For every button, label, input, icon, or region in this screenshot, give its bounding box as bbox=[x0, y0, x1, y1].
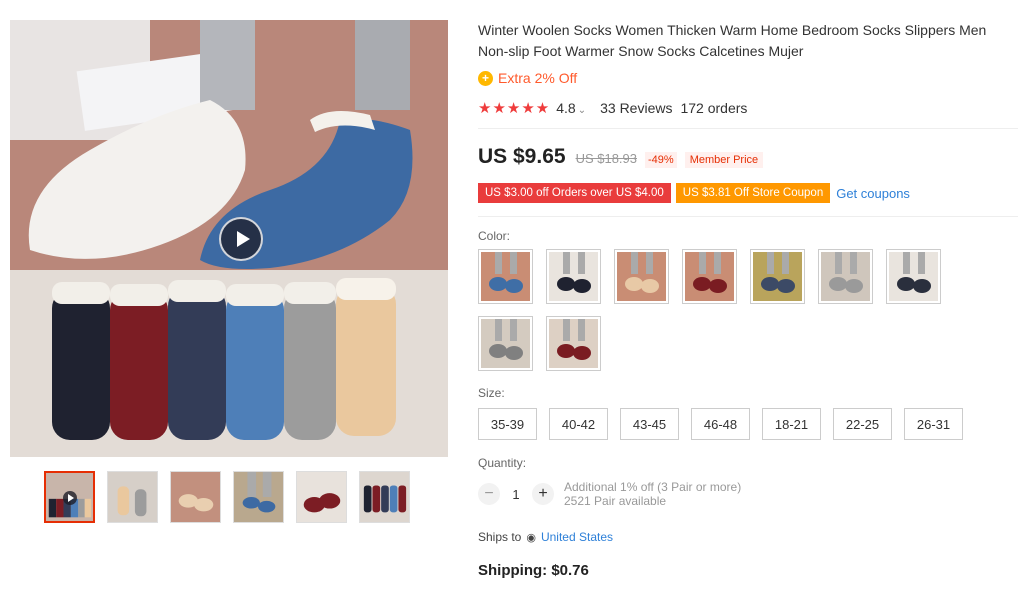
get-coupons-link[interactable]: Get coupons bbox=[836, 186, 910, 201]
ships-to-row: Ships to ◉ United States bbox=[478, 530, 1018, 544]
size-option-4[interactable]: 46-48 bbox=[691, 408, 750, 440]
thumbnail-5[interactable] bbox=[296, 471, 347, 523]
quantity-increase-button[interactable]: + bbox=[532, 483, 554, 505]
ships-to-country-link[interactable]: United States bbox=[541, 530, 613, 544]
play-video-button[interactable] bbox=[219, 217, 263, 261]
price-row: US $9.65 US $18.93 -49% Member Price bbox=[478, 145, 1018, 169]
size-options: 35-39 40-42 43-45 46-48 18-21 22-25 26-31 bbox=[478, 408, 1018, 440]
color-option-9[interactable] bbox=[546, 316, 601, 371]
store-coupon[interactable]: US $3.81 Off Store Coupon bbox=[675, 183, 831, 203]
play-icon bbox=[63, 491, 77, 505]
member-price-badge: Member Price bbox=[684, 152, 764, 168]
color-option-7[interactable] bbox=[886, 249, 941, 304]
quantity-row: − 1 + Additional 1% off (3 Pair or more)… bbox=[478, 480, 1018, 508]
shipping-cost: Shipping: $0.76 bbox=[478, 562, 589, 579]
divider bbox=[478, 216, 1018, 217]
star-rating-icon: ★★★★★ bbox=[478, 100, 551, 117]
size-option-5[interactable]: 18-21 bbox=[762, 408, 821, 440]
size-option-1[interactable]: 35-39 bbox=[478, 408, 537, 440]
stock-available: 2521 Pair available bbox=[564, 494, 667, 508]
color-option-5[interactable] bbox=[750, 249, 805, 304]
orders-count: 172 orders bbox=[680, 100, 748, 116]
thumbnail-6[interactable] bbox=[359, 471, 410, 523]
size-option-7[interactable]: 26-31 bbox=[904, 408, 963, 440]
extra-discount-label: Extra 2% Off bbox=[498, 70, 578, 86]
current-price: US $9.65 bbox=[478, 145, 566, 168]
divider bbox=[478, 128, 1018, 129]
color-label: Color: bbox=[478, 229, 511, 243]
quantity-note: Additional 1% off (3 Pair or more) 2521 … bbox=[564, 480, 741, 508]
quantity-value[interactable]: 1 bbox=[500, 487, 532, 502]
discount-badge: -49% bbox=[645, 152, 677, 168]
thumbnail-2[interactable] bbox=[107, 471, 158, 523]
ships-to-label: Ships to bbox=[478, 530, 522, 544]
size-option-6[interactable]: 22-25 bbox=[833, 408, 892, 440]
bulk-discount-note: Additional 1% off (3 Pair or more) bbox=[564, 480, 742, 494]
quantity-decrease-button[interactable]: − bbox=[478, 483, 500, 505]
color-option-3[interactable] bbox=[614, 249, 669, 304]
quantity-label: Quantity: bbox=[478, 456, 527, 470]
product-title: Winter Woolen Socks Women Thicken Warm H… bbox=[478, 22, 987, 59]
color-swatches bbox=[478, 249, 958, 383]
location-pin-icon: ◉ bbox=[526, 531, 536, 544]
rating-row: ★★★★★ 4.8 ⌄ 33 Reviews 172 orders bbox=[478, 99, 1018, 117]
rating-number: 4.8 bbox=[556, 100, 576, 116]
size-option-3[interactable]: 43-45 bbox=[620, 408, 679, 440]
color-option-6[interactable] bbox=[818, 249, 873, 304]
original-price: US $18.93 bbox=[575, 151, 637, 166]
product-info: Winter Woolen Socks Women Thicken Warm H… bbox=[478, 20, 1018, 579]
order-coupon[interactable]: US $3.00 off Orders over US $4.00 bbox=[478, 183, 671, 203]
rating-value[interactable]: 4.8 ⌄ bbox=[556, 100, 586, 116]
extra-discount: + Extra 2% Off bbox=[478, 70, 1018, 86]
color-option-1[interactable] bbox=[478, 249, 533, 304]
main-product-image[interactable] bbox=[10, 20, 448, 457]
reviews-link[interactable]: 33 Reviews bbox=[600, 100, 672, 116]
thumbnail-1[interactable] bbox=[44, 471, 95, 523]
coupon-row: US $3.00 off Orders over US $4.00 US $3.… bbox=[478, 183, 1018, 203]
color-option-2[interactable] bbox=[546, 249, 601, 304]
chevron-down-icon: ⌄ bbox=[577, 105, 587, 116]
coin-icon: + bbox=[478, 70, 493, 86]
size-label: Size: bbox=[478, 386, 505, 400]
thumbnail-strip bbox=[44, 471, 410, 523]
thumbnail-4[interactable] bbox=[233, 471, 284, 523]
color-option-4[interactable] bbox=[682, 249, 737, 304]
size-option-2[interactable]: 40-42 bbox=[549, 408, 608, 440]
color-option-8[interactable] bbox=[478, 316, 533, 371]
thumbnail-3[interactable] bbox=[170, 471, 221, 523]
